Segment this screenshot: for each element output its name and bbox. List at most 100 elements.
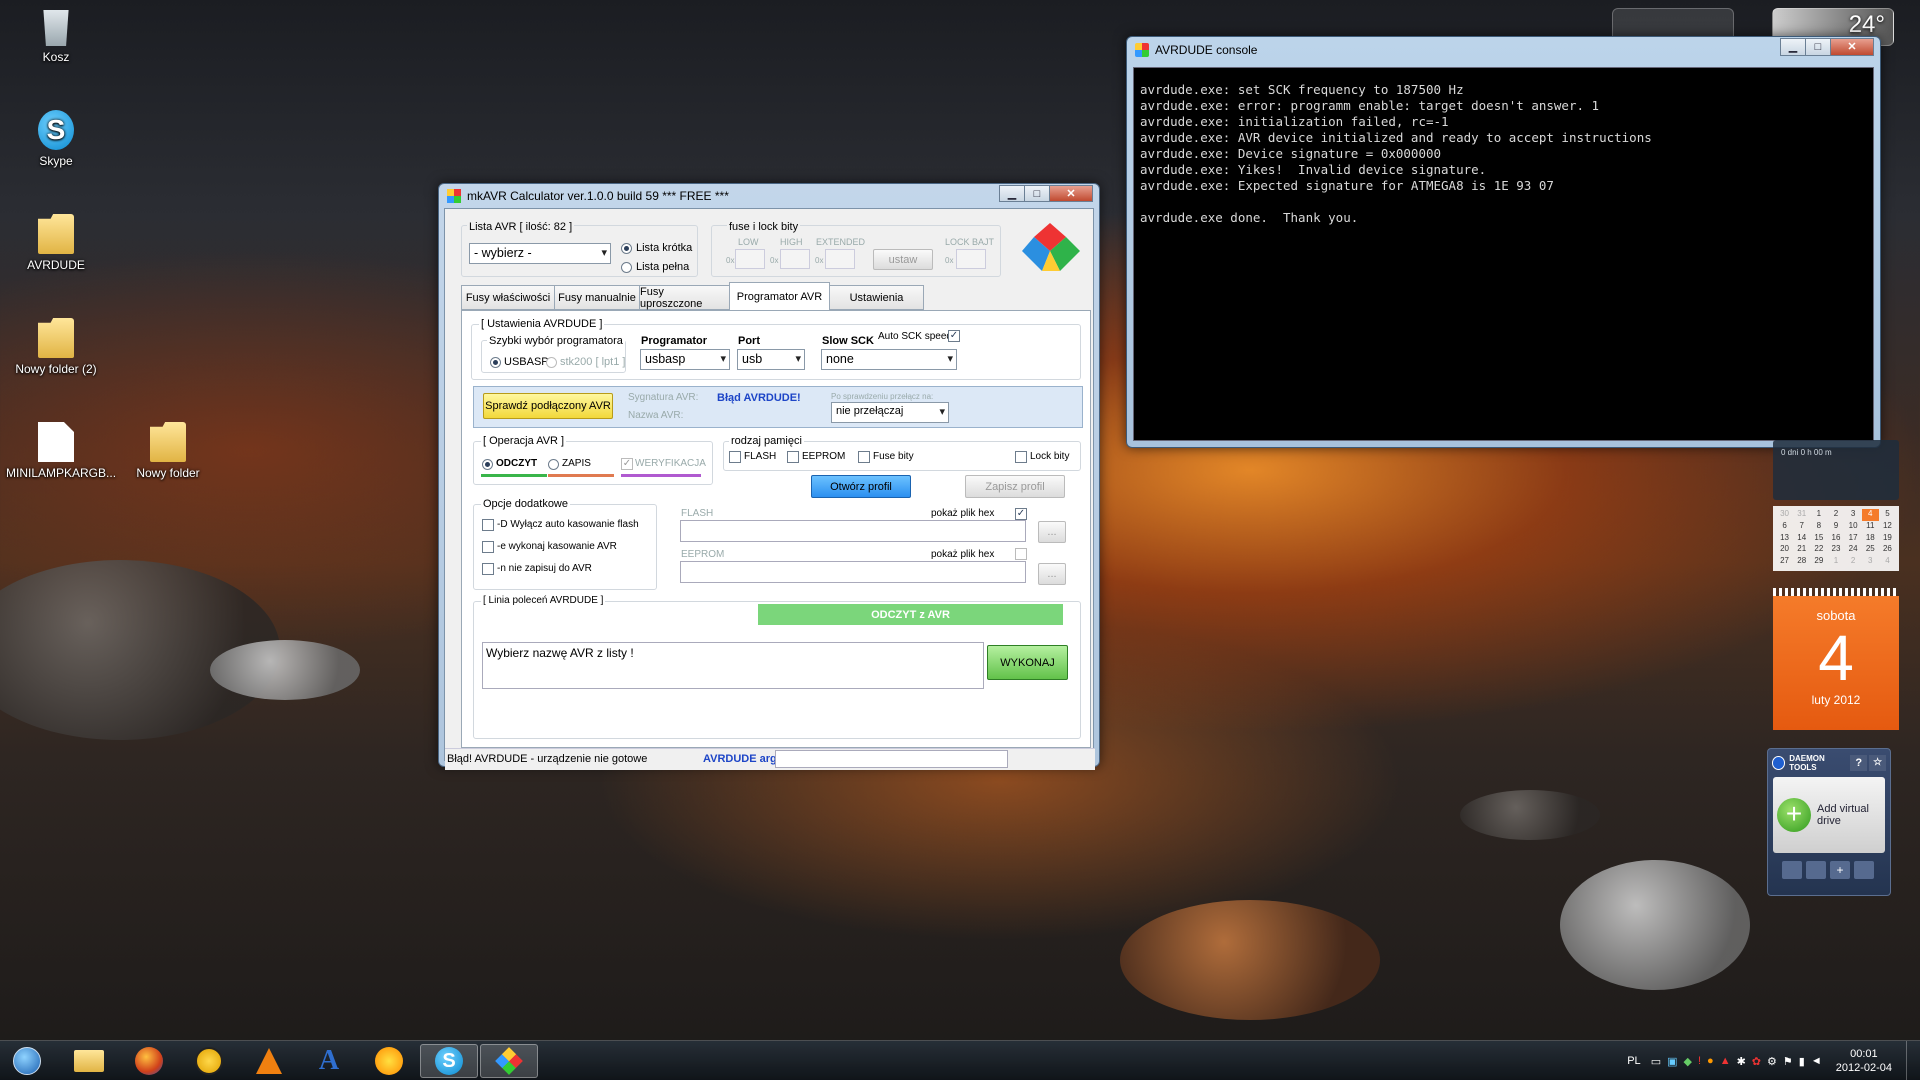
ustaw-button[interactable]: ustaw <box>873 249 933 270</box>
tab-fusy-uproszczone[interactable]: Fusy uproszczone <box>639 285 730 310</box>
calendar-day-cell[interactable]: 3 <box>1845 509 1862 521</box>
calendar-day-cell[interactable]: 6 <box>1776 521 1793 533</box>
tray-icon[interactable]: ● <box>1707 1055 1714 1067</box>
desktop-icon-recycle-bin[interactable]: Kosz <box>8 6 104 64</box>
minimize-button[interactable]: ▁ <box>999 185 1025 202</box>
eeprom-browse-button[interactable]: ... <box>1038 563 1066 585</box>
calendar-day-cell[interactable]: 29 <box>1810 556 1827 568</box>
odczyt-radio[interactable] <box>482 459 493 470</box>
calendar-day-cell[interactable]: 24 <box>1845 544 1862 556</box>
refresh-icon[interactable] <box>1806 861 1826 879</box>
calendar-day-cell[interactable]: 12 <box>1879 521 1896 533</box>
lista-pelna-radio[interactable] <box>621 262 632 273</box>
flag-icon[interactable]: ⚑ <box>1783 1055 1793 1068</box>
tray-icon[interactable]: ! <box>1698 1055 1701 1067</box>
otworz-profil-button[interactable]: Otwórz profil <box>811 475 911 498</box>
calendar-day-cell[interactable]: 2 <box>1827 509 1844 521</box>
calendar-day-cell[interactable]: 22 <box>1810 544 1827 556</box>
flash-checkbox[interactable] <box>729 451 741 463</box>
tray-icon[interactable]: ▣ <box>1667 1055 1677 1068</box>
stk200-radio[interactable] <box>546 357 557 368</box>
tray-icon[interactable]: ⚙ <box>1767 1055 1777 1068</box>
opt-d-checkbox[interactable] <box>482 519 494 531</box>
calendar-day-cell[interactable]: 10 <box>1845 521 1862 533</box>
taskbar-skype[interactable]: S <box>420 1044 478 1078</box>
calendar-day-cell[interactable]: 17 <box>1845 533 1862 545</box>
tab-programator-avr[interactable]: Programator AVR <box>729 282 830 311</box>
tray-icon[interactable]: ✱ <box>1737 1055 1746 1068</box>
slow-sck-select[interactable]: none <box>821 349 957 370</box>
calendar-day-cell[interactable]: 18 <box>1862 533 1879 545</box>
calendar-day-cell[interactable]: 21 <box>1793 544 1810 556</box>
calendar-day-cell[interactable]: 27 <box>1776 556 1793 568</box>
tab-ustawienia[interactable]: Ustawienia <box>829 285 924 310</box>
calendar-day-cell[interactable]: 30 <box>1776 509 1793 521</box>
weryfikacja-checkbox[interactable]: ✓ <box>621 458 633 470</box>
port-select[interactable]: usb <box>737 349 805 370</box>
po-sprawdzeniu-select[interactable]: nie przełączaj <box>831 402 949 423</box>
calendar-day-cell[interactable]: 13 <box>1776 533 1793 545</box>
tab-fusy-manualnie[interactable]: Fusy manualnie <box>554 285 640 310</box>
eeprom-file-input[interactable] <box>680 561 1026 583</box>
avr-select[interactable]: - wybierz - <box>469 243 611 264</box>
lista-krotka-radio[interactable] <box>621 243 632 254</box>
start-button[interactable] <box>2 1044 52 1078</box>
close-button[interactable]: ✕ <box>1049 185 1093 202</box>
sprawdz-avr-button[interactable]: Sprawdź podłączony AVR <box>483 393 613 419</box>
taskbar-app3[interactable] <box>180 1044 238 1078</box>
calendar-day-cell[interactable]: 15 <box>1810 533 1827 545</box>
calendar-day-cell[interactable]: 4 <box>1879 556 1896 568</box>
maximize-button[interactable]: □ <box>1024 185 1050 202</box>
avrdude-arg-input[interactable] <box>775 750 1008 768</box>
daemon-settings-icon[interactable]: ☆ <box>1869 755 1886 771</box>
zapisz-profil-button[interactable]: Zapisz profil <box>965 475 1065 498</box>
add-virtual-drive-button[interactable]: + Add virtual drive <box>1773 777 1885 853</box>
calendar-day-cell[interactable]: 1 <box>1827 556 1844 568</box>
taskbar-explorer[interactable] <box>60 1044 118 1078</box>
tray-icon[interactable]: ◆ <box>1684 1055 1692 1068</box>
eeprom-checkbox[interactable] <box>787 451 799 463</box>
tab-fusy-wlasciwosci[interactable]: Fusy właściwości <box>461 285 555 310</box>
usbasp-radio[interactable] <box>490 357 501 368</box>
maximize-button[interactable]: □ <box>1805 38 1831 56</box>
lock-bity-checkbox[interactable] <box>1015 451 1027 463</box>
taskbar-mkavr[interactable] <box>480 1044 538 1078</box>
add-icon[interactable]: + <box>1830 861 1850 879</box>
fuse-extended-input[interactable] <box>825 249 855 269</box>
calendar-day-cell[interactable]: 23 <box>1827 544 1844 556</box>
image-catalog-icon[interactable] <box>1854 861 1874 879</box>
calendar-day-cell[interactable]: 1 <box>1810 509 1827 521</box>
tray-icon[interactable]: ▭ <box>1651 1055 1661 1068</box>
wykonaj-button[interactable]: WYKONAJ <box>987 645 1068 680</box>
calendar-day-cell[interactable]: 9 <box>1827 521 1844 533</box>
pokaz-hex-eeprom-checkbox[interactable] <box>1015 548 1027 560</box>
tray-icon[interactable]: ▲ <box>1720 1055 1731 1067</box>
desktop-icon-avrdude[interactable]: AVRDUDE <box>8 214 104 272</box>
calendar-day-cell[interactable]: 14 <box>1793 533 1810 545</box>
desktop-icon-nowy-folder-2[interactable]: Nowy folder (2) <box>8 318 104 376</box>
calendar-day-cell[interactable]: 5 <box>1879 509 1896 521</box>
clock[interactable]: 00:01 2012-02-04 <box>1836 1047 1892 1075</box>
auto-sck-checkbox[interactable]: ✓ <box>948 330 960 342</box>
daemon-help-button[interactable]: ? <box>1850 755 1868 771</box>
calendar-day-cell[interactable]: 2 <box>1845 556 1862 568</box>
calendar-day-cell[interactable]: 4 <box>1861 509 1879 521</box>
command-line-textarea[interactable]: Wybierz nazwę AVR z listy ! <box>482 642 984 689</box>
calendar-day-cell[interactable]: 26 <box>1879 544 1896 556</box>
calendar-day-cell[interactable]: 28 <box>1793 556 1810 568</box>
lock-bajt-input[interactable] <box>956 249 986 269</box>
calendar-day-card[interactable]: sobota 4 luty 2012 <box>1773 596 1899 730</box>
opt-n-checkbox[interactable] <box>482 563 494 575</box>
calendar-day-cell[interactable]: 11 <box>1862 521 1879 533</box>
volume-icon[interactable]: ◄ <box>1811 1055 1822 1067</box>
desktop-icon-skype[interactable]: S Skype <box>8 110 104 168</box>
tray-icon[interactable]: ✿ <box>1752 1055 1761 1068</box>
taskbar-vlc[interactable] <box>240 1044 298 1078</box>
fuse-low-input[interactable] <box>735 249 765 269</box>
calendar-day-cell[interactable]: 20 <box>1776 544 1793 556</box>
calendar-day-cell[interactable]: 25 <box>1862 544 1879 556</box>
close-button[interactable]: ✕ <box>1830 38 1874 56</box>
calendar-day-cell[interactable]: 16 <box>1827 533 1844 545</box>
taskbar-app5[interactable]: A <box>300 1044 358 1078</box>
show-desktop-button[interactable] <box>1906 1041 1920 1080</box>
